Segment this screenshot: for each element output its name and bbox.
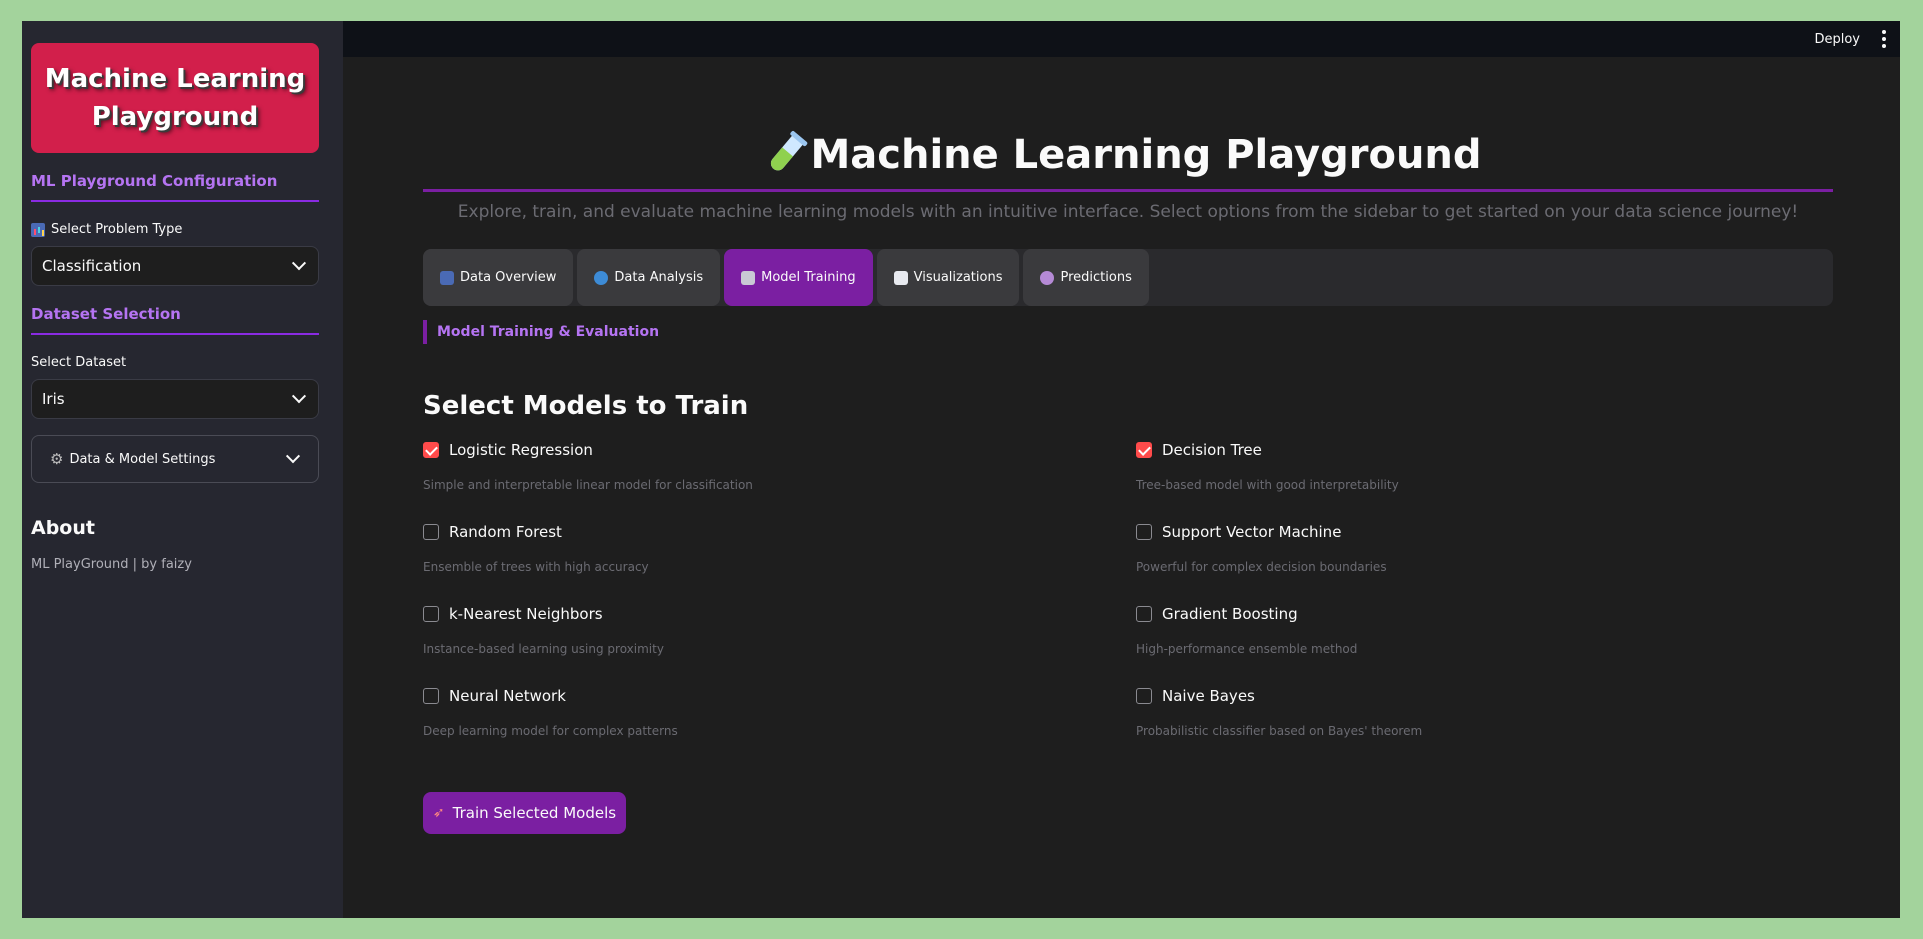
- tab-visualizations[interactable]: Visualizations: [876, 249, 1020, 306]
- settings-expander[interactable]: ⚙ Data & Model Settings: [31, 435, 319, 483]
- page-title: Machine Learning Playground: [423, 130, 1833, 180]
- model-checkbox-logistic-regression[interactable]: Logistic Regression: [423, 438, 1136, 462]
- kebab-menu-icon[interactable]: [1882, 30, 1886, 48]
- model-item: k-Nearest Neighbors Instance-based learn…: [423, 602, 1136, 684]
- bar-chart-icon: [31, 222, 45, 237]
- model-description: Instance-based learning using proximity: [423, 642, 664, 656]
- model-description: Powerful for complex decision boundaries: [1136, 560, 1387, 574]
- model-name: Decision Tree: [1162, 441, 1262, 459]
- dataset-select[interactable]: Iris: [31, 379, 319, 419]
- models-heading: Select Models to Train: [423, 391, 749, 421]
- tab-bar: Data Overview Data Analysis Model Traini…: [423, 249, 1833, 306]
- line-chart-icon: [893, 270, 908, 285]
- model-item: Logistic Regression Simple and interpret…: [423, 438, 1136, 520]
- tab-data-analysis[interactable]: Data Analysis: [577, 249, 721, 306]
- about-title: About: [31, 517, 95, 539]
- checkbox[interactable]: [1136, 524, 1152, 540]
- model-name: k-Nearest Neighbors: [449, 605, 603, 623]
- model-item: Decision Tree Tree-based model with good…: [1136, 438, 1833, 520]
- dataset-label-text: Select Dataset: [31, 355, 127, 370]
- model-checkbox-random-forest[interactable]: Random Forest: [423, 520, 1136, 544]
- problem-type-select[interactable]: Classification: [31, 246, 319, 286]
- checkbox[interactable]: [1136, 688, 1152, 704]
- model-name: Logistic Regression: [449, 441, 593, 459]
- model-name: Support Vector Machine: [1162, 523, 1342, 541]
- problem-type-label: Select Problem Type: [31, 222, 334, 237]
- checkbox[interactable]: [423, 688, 439, 704]
- checkbox[interactable]: [1136, 606, 1152, 622]
- rocket-icon: ➶: [432, 805, 445, 821]
- app-window: Machine Learning Playground ML Playgroun…: [22, 21, 1900, 918]
- model-description: High-performance ensemble method: [1136, 642, 1358, 656]
- tab-data-overview[interactable]: Data Overview: [423, 249, 574, 306]
- model-description: Ensemble of trees with high accuracy: [423, 560, 649, 574]
- title-divider: [423, 189, 1833, 192]
- page-subtitle: Explore, train, and evaluate machine lea…: [457, 202, 1799, 222]
- models-grid: Logistic Regression Simple and interpret…: [423, 438, 1833, 766]
- problem-type-label-text: Select Problem Type: [51, 222, 183, 237]
- model-name: Gradient Boosting: [1162, 605, 1298, 623]
- test-tube-icon: [762, 130, 810, 181]
- tab-label: Visualizations: [913, 270, 1003, 285]
- model-item: Support Vector Machine Powerful for comp…: [1136, 520, 1833, 602]
- chevron-down-icon: [285, 449, 301, 464]
- chevron-down-icon: [291, 389, 307, 404]
- crystal-ball-icon: [1040, 270, 1055, 285]
- bar-chart-icon: [440, 270, 454, 285]
- main-content: Machine Learning Playground Explore, tra…: [423, 57, 1833, 834]
- dataset-value: Iris: [42, 390, 65, 408]
- tab-label: Data Overview: [460, 270, 557, 285]
- gear-icon: ⚙: [50, 450, 64, 468]
- settings-expander-label: Data & Model Settings: [69, 451, 216, 467]
- tab-label: Predictions: [1060, 270, 1132, 285]
- deploy-button[interactable]: Deploy: [1814, 32, 1860, 47]
- dataset-label: Select Dataset: [31, 355, 334, 370]
- train-selected-models-button[interactable]: ➶ Train Selected Models: [423, 792, 626, 834]
- tab-model-training[interactable]: Model Training: [724, 249, 873, 306]
- chevron-down-icon: [291, 256, 307, 271]
- model-item: Neural Network Deep learning model for c…: [423, 684, 1136, 766]
- main-area: Deploy Machine Learning Playground Explo…: [343, 21, 1900, 918]
- model-description: Deep learning model for complex patterns: [423, 724, 678, 738]
- config-title: ML Playground Configuration: [31, 172, 319, 202]
- dataset-title: Dataset Selection: [31, 305, 319, 335]
- problem-type-value: Classification: [42, 257, 142, 275]
- tab-predictions[interactable]: Predictions: [1023, 249, 1149, 306]
- top-bar: Deploy: [343, 21, 1900, 57]
- model-description: Probabilistic classifier based on Bayes'…: [1136, 724, 1423, 738]
- logo-banner: Machine Learning Playground: [31, 43, 319, 153]
- about-text: ML PlayGround | by faizy: [31, 557, 192, 572]
- model-description: Simple and interpretable linear model fo…: [423, 478, 753, 492]
- checkbox[interactable]: [423, 606, 439, 622]
- tab-label: Model Training: [761, 270, 856, 285]
- train-button-label: Train Selected Models: [452, 804, 617, 822]
- model-name: Neural Network: [449, 687, 566, 705]
- robot-icon: [741, 270, 756, 285]
- model-name: Random Forest: [449, 523, 562, 541]
- model-checkbox-knn[interactable]: k-Nearest Neighbors: [423, 602, 1136, 626]
- model-item: Gradient Boosting High-performance ensem…: [1136, 602, 1833, 684]
- model-description: Tree-based model with good interpretabil…: [1136, 478, 1399, 492]
- sidebar: Machine Learning Playground ML Playgroun…: [22, 21, 343, 918]
- model-checkbox-naive-bayes[interactable]: Naive Bayes: [1136, 684, 1833, 708]
- model-checkbox-decision-tree[interactable]: Decision Tree: [1136, 438, 1833, 462]
- model-name: Naive Bayes: [1162, 687, 1255, 705]
- page-title-text: Machine Learning Playground: [810, 132, 1482, 178]
- section-label: Model Training & Evaluation: [423, 320, 1833, 344]
- model-item: Random Forest Ensemble of trees with hig…: [423, 520, 1136, 602]
- magnifier-icon: [594, 270, 609, 285]
- model-item: Naive Bayes Probabilistic classifier bas…: [1136, 684, 1833, 766]
- model-checkbox-gradient-boosting[interactable]: Gradient Boosting: [1136, 602, 1833, 626]
- model-checkbox-neural-network[interactable]: Neural Network: [423, 684, 1136, 708]
- model-checkbox-svm[interactable]: Support Vector Machine: [1136, 520, 1833, 544]
- checkbox[interactable]: [1136, 442, 1152, 458]
- tab-label: Data Analysis: [614, 270, 704, 285]
- checkbox[interactable]: [423, 524, 439, 540]
- checkbox[interactable]: [423, 442, 439, 458]
